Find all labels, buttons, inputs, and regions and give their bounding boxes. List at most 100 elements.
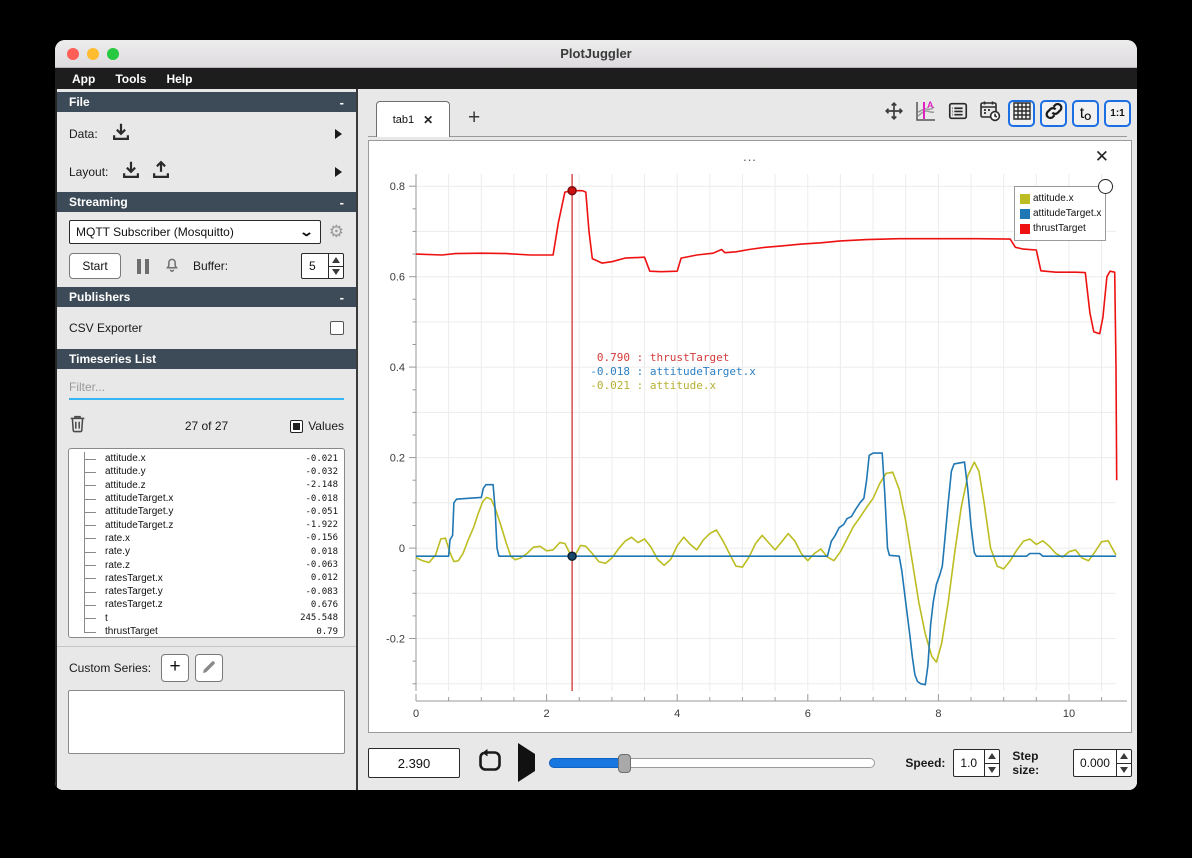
- tab-close-icon[interactable]: ✕: [423, 113, 433, 127]
- tree-branch: [81, 452, 105, 466]
- menu-app[interactable]: App: [63, 72, 104, 86]
- timeseries-row[interactable]: rate.y 0.018: [81, 545, 338, 559]
- spin-up-button[interactable]: [329, 254, 343, 266]
- plot-legend[interactable]: attitude.x attitudeTarget.x thrustTarget: [1014, 179, 1113, 241]
- plot-close-icon[interactable]: ✕: [1095, 147, 1109, 167]
- legend-toggle-icon[interactable]: [1098, 179, 1113, 194]
- gear-icon[interactable]: ⚙: [329, 222, 344, 242]
- spin-down-button[interactable]: [1116, 762, 1131, 777]
- svg-text:0.8: 0.8: [390, 181, 405, 193]
- speed-spinbox[interactable]: 1.0: [953, 749, 1001, 777]
- chevron-down-icon: ⌄: [298, 224, 314, 239]
- pan-zoom-button[interactable]: [880, 100, 907, 127]
- timeseries-row[interactable]: t 245.548: [81, 611, 338, 625]
- time-slider[interactable]: [549, 754, 876, 773]
- timeseries-value: -2.148: [305, 480, 338, 491]
- current-time-field[interactable]: 2.390: [368, 748, 461, 778]
- timeseries-row[interactable]: attitude.x -0.021: [81, 452, 338, 466]
- custom-series-list[interactable]: [68, 690, 345, 754]
- timeseries-row[interactable]: attitudeTarget.z -1.922: [81, 518, 338, 532]
- play-button[interactable]: [518, 743, 536, 782]
- save-layout-icon[interactable]: [150, 159, 172, 186]
- tracker-tooltip: 0.790 : thrustTarget -0.018 : attitudeTar…: [586, 351, 756, 393]
- collapse-icon[interactable]: -: [340, 95, 344, 110]
- curve-tracker-button[interactable]: A: [912, 100, 939, 127]
- section-header-streaming[interactable]: Streaming -: [57, 192, 356, 212]
- spin-up-button[interactable]: [1117, 750, 1131, 763]
- collapse-icon[interactable]: -: [340, 290, 344, 305]
- values-checkbox[interactable]: [290, 419, 304, 433]
- section-header-publishers[interactable]: Publishers -: [57, 287, 356, 307]
- list-view-button[interactable]: [944, 100, 971, 127]
- timeseries-row[interactable]: rate.z -0.063: [81, 558, 338, 572]
- timeseries-row[interactable]: attitudeTarget.x -0.018: [81, 491, 338, 506]
- trash-icon[interactable]: [69, 414, 86, 438]
- minimize-window-button[interactable]: [87, 48, 99, 60]
- start-button[interactable]: Start: [69, 253, 121, 279]
- tree-branch: [81, 478, 105, 492]
- load-layout-icon[interactable]: [120, 159, 142, 186]
- legend-label: attitudeTarget.x: [1033, 208, 1102, 219]
- slider-handle[interactable]: [618, 754, 632, 773]
- svg-text:0.6: 0.6: [390, 272, 405, 284]
- timeseries-row[interactable]: rate.x -0.156: [81, 531, 338, 546]
- legend-item[interactable]: attitude.x: [1020, 191, 1100, 206]
- spin-up-button[interactable]: [985, 750, 999, 763]
- timeseries-row[interactable]: ratesTarget.x 0.012: [81, 571, 338, 585]
- plot-title[interactable]: ...: [369, 149, 1131, 164]
- spin-down-button[interactable]: [329, 265, 343, 279]
- csv-exporter-checkbox[interactable]: [330, 321, 344, 335]
- filter-input[interactable]: [69, 380, 344, 394]
- menu-help[interactable]: Help: [157, 72, 201, 86]
- timeseries-row[interactable]: ratesTarget.y -0.083: [81, 584, 338, 599]
- tree-branch: [81, 491, 105, 506]
- maximize-window-button[interactable]: [107, 48, 119, 60]
- add-custom-series-button[interactable]: +: [161, 654, 190, 682]
- collapse-icon[interactable]: -: [340, 195, 344, 210]
- svg-text:A: A: [927, 100, 934, 110]
- timeseries-value: 0.79: [316, 626, 338, 637]
- expand-arrow-icon[interactable]: [335, 129, 342, 139]
- loop-button[interactable]: [476, 748, 504, 779]
- spin-down-button[interactable]: [985, 762, 1000, 777]
- timeseries-row[interactable]: attitudeTarget.y -0.051: [81, 505, 338, 519]
- tab-tab1[interactable]: tab1 ✕: [376, 101, 450, 137]
- legend-item[interactable]: attitudeTarget.x: [1020, 206, 1102, 221]
- timeseries-value: -1.922: [305, 520, 338, 531]
- legend-item[interactable]: thrustTarget: [1020, 221, 1100, 236]
- tree-branch: [81, 584, 105, 599]
- time-offset-button[interactable]: tO: [1072, 100, 1099, 127]
- link-axes-button[interactable]: [1040, 100, 1067, 127]
- load-data-icon[interactable]: [110, 121, 132, 148]
- move-arrows-icon: [883, 100, 905, 127]
- svg-text:-0.2: -0.2: [386, 634, 405, 646]
- timeseries-row[interactable]: attitude.y -0.032: [81, 465, 338, 479]
- new-tab-button[interactable]: +: [468, 106, 480, 130]
- streaming-source-select[interactable]: MQTT Subscriber (Mosquitto) ⌄: [69, 220, 321, 244]
- datetime-button[interactable]: [976, 100, 1003, 127]
- layout-row: Layout:: [57, 158, 356, 186]
- section-header-file[interactable]: File -: [57, 92, 356, 112]
- tree-branch: [81, 531, 105, 546]
- notifications-bell-icon[interactable]: [163, 255, 181, 278]
- pause-icon[interactable]: [137, 258, 149, 274]
- tree-branch: [81, 505, 105, 519]
- ratio-1-1-button[interactable]: 1:1: [1104, 100, 1131, 127]
- step-size-spinbox[interactable]: 0.000: [1072, 749, 1132, 777]
- grid-view-button[interactable]: [1008, 100, 1035, 127]
- streaming-source-value: MQTT Subscriber (Mosquitto): [76, 225, 234, 239]
- menu-tools[interactable]: Tools: [106, 72, 155, 86]
- timeseries-value: 0.018: [310, 546, 338, 557]
- timeseries-row[interactable]: thrustTarget 0.79: [81, 624, 338, 637]
- playback-bar: 2.390 Speed: 1.0 Step size: 0.000: [368, 743, 1132, 782]
- list-icon: [947, 100, 969, 127]
- buffer-spinbox[interactable]: 5: [301, 253, 344, 279]
- expand-arrow-icon[interactable]: [335, 167, 342, 177]
- timeseries-list[interactable]: attitude.x -0.021 attitude.y -0.032 attitude…: [68, 448, 345, 638]
- edit-custom-series-button[interactable]: [195, 654, 224, 682]
- close-window-button[interactable]: [67, 48, 79, 60]
- legend-label: attitude.x: [1033, 193, 1074, 204]
- timeseries-row[interactable]: ratesTarget.z 0.676: [81, 598, 338, 612]
- section-header-timeseries[interactable]: Timeseries List: [57, 349, 356, 369]
- timeseries-row[interactable]: attitude.z -2.148: [81, 478, 338, 492]
